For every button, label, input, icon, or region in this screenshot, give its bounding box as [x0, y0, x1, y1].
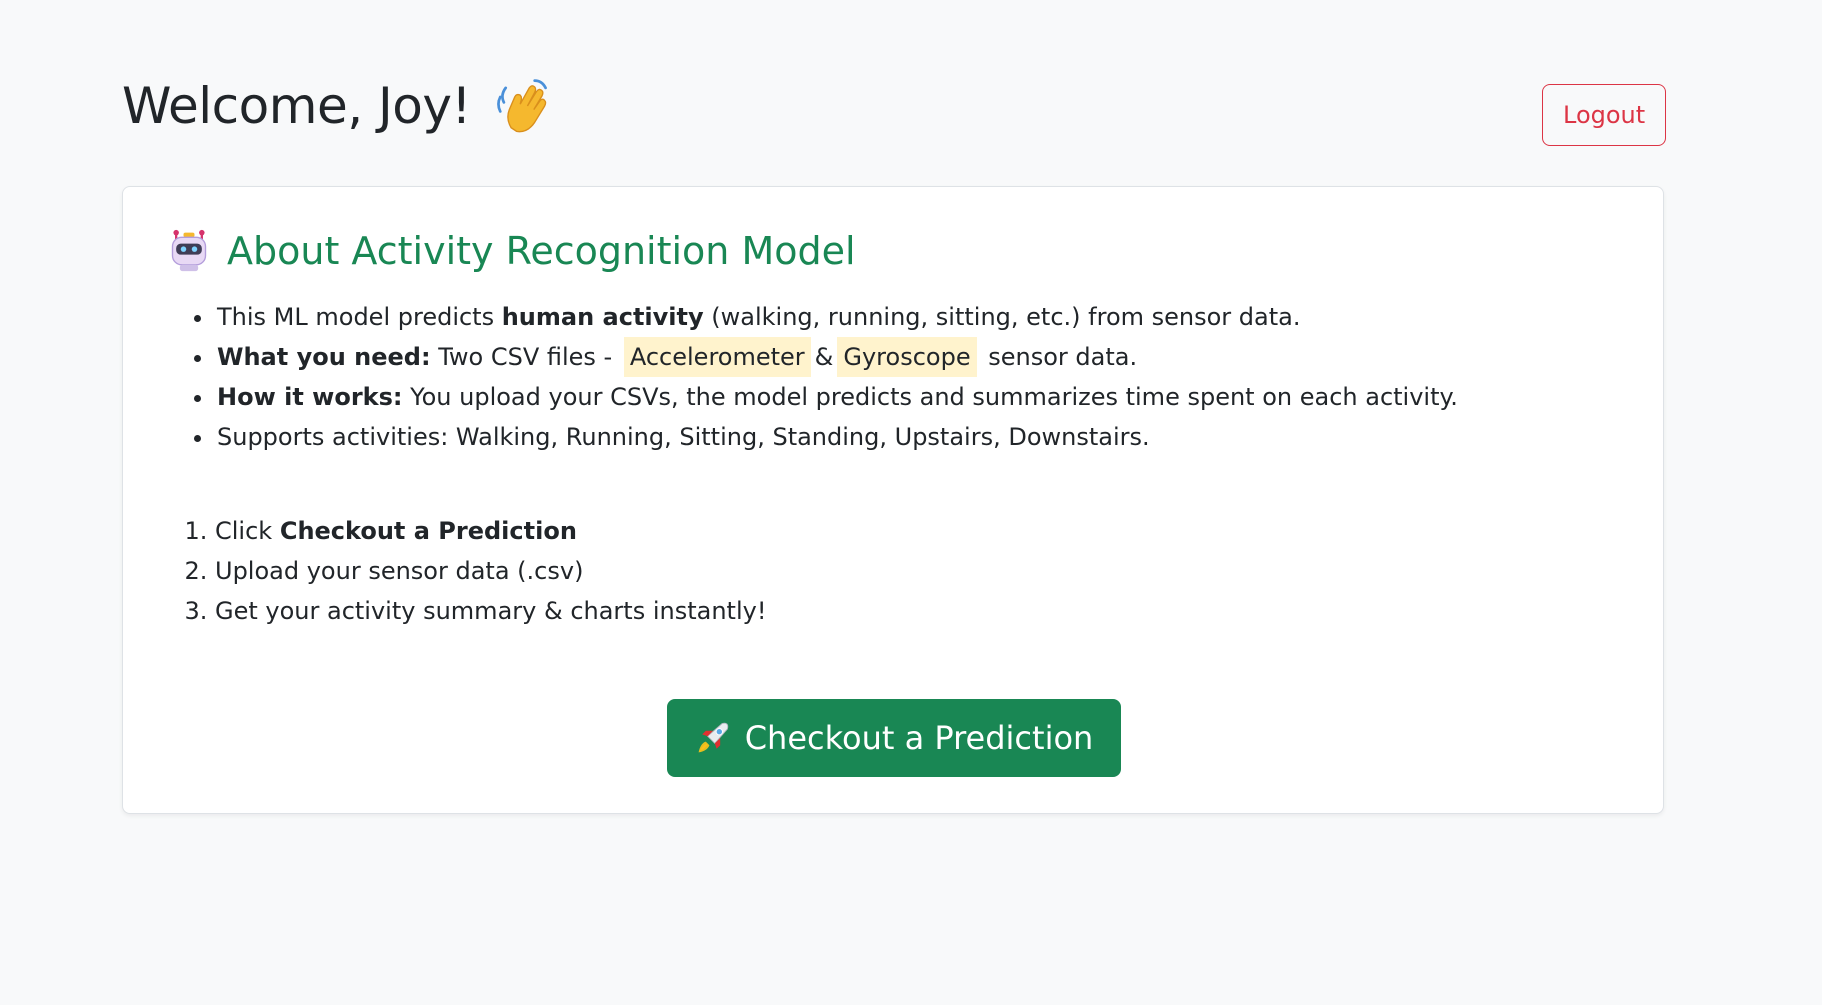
feature-2-bold: What you need:	[217, 343, 431, 371]
checkout-prediction-label: Checkout a Prediction	[744, 719, 1094, 757]
feature-3-post: You upload your CSVs, the model predicts…	[402, 383, 1458, 411]
step-1-bold: Checkout a Prediction	[279, 517, 577, 545]
feature-1-pre: This ML model predicts	[217, 303, 502, 331]
card-title: About Activity Recognition Model	[167, 229, 856, 273]
list-item: Click Checkout a Prediction	[215, 511, 766, 551]
waving-hand-icon	[497, 79, 547, 133]
step-1-pre: Click	[215, 517, 280, 545]
feature-2-pre: Two CSV files -	[430, 343, 620, 371]
welcome-heading: Welcome, Joy!	[122, 77, 551, 135]
list-item: What you need: Two CSV files - Accelerom…	[215, 337, 1458, 377]
dashboard-page: Welcome, Joy! Logout About Activity Reco…	[0, 0, 1822, 1005]
feature-4-text: Supports activities: Walking, Running, S…	[217, 423, 1150, 451]
feature-2-post: sensor data.	[980, 343, 1138, 371]
list-item: Upload your sensor data (.csv)	[215, 551, 766, 591]
page-header: Welcome, Joy! Logout	[122, 64, 1666, 148]
about-model-card: About Activity Recognition Model This ML…	[122, 186, 1664, 814]
robot-icon	[171, 229, 207, 272]
steps-list: Click Checkout a Prediction Upload your …	[167, 511, 766, 631]
list-item: This ML model predicts human activity (w…	[215, 297, 1458, 337]
feature-1-post: (walking, running, sitting, etc.) from s…	[703, 303, 1301, 331]
feature-3-bold: How it works:	[217, 383, 403, 411]
gyroscope-tag: Gyroscope	[837, 337, 977, 377]
feature-1-bold: human activity	[501, 303, 704, 331]
card-title-text: About Activity Recognition Model	[227, 229, 856, 273]
step-2-text: Upload your sensor data (.csv)	[215, 557, 584, 585]
list-item: How it works: You upload your CSVs, the …	[215, 377, 1458, 417]
rocket-icon	[698, 722, 728, 753]
checkout-prediction-button[interactable]: Checkout a Prediction	[667, 699, 1121, 777]
welcome-text: Welcome, Joy!	[122, 77, 471, 135]
feature-list: This ML model predicts human activity (w…	[167, 297, 1458, 457]
feature-2-mid: &	[814, 343, 834, 371]
accelerometer-tag: Accelerometer	[623, 337, 811, 377]
list-item: Get your activity summary & charts insta…	[215, 591, 766, 631]
logout-button[interactable]: Logout	[1542, 84, 1666, 146]
step-3-text: Get your activity summary & charts insta…	[215, 597, 767, 625]
list-item: Supports activities: Walking, Running, S…	[215, 417, 1458, 457]
